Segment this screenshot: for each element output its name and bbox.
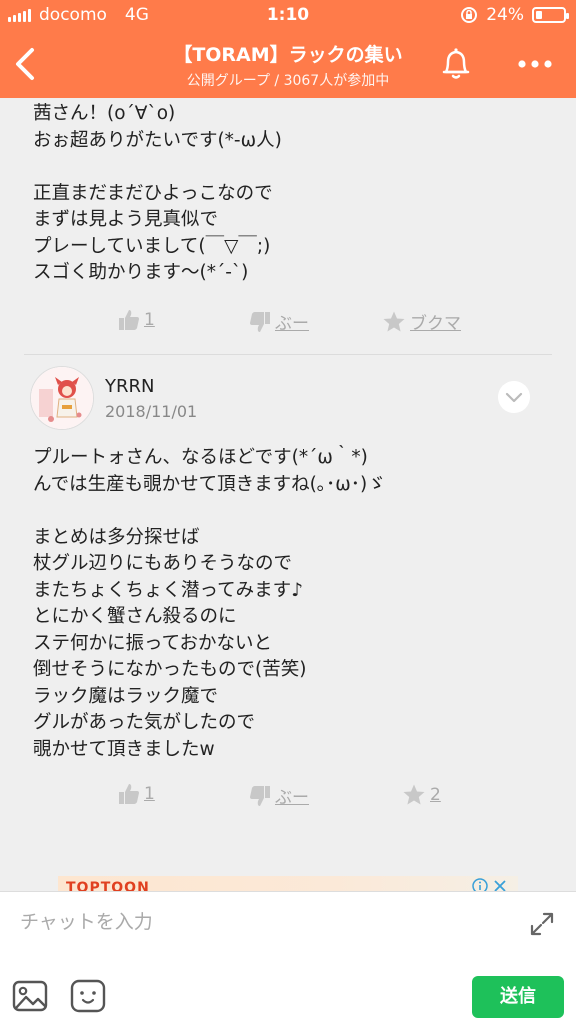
message-divider [24, 354, 552, 355]
chat-input[interactable] [20, 906, 500, 938]
expand-icon[interactable] [528, 910, 556, 938]
thumbs-up-icon [119, 310, 139, 330]
star-icon [403, 784, 425, 805]
chat-input-bar: 送信 [0, 891, 576, 1024]
rotation-lock-icon [461, 7, 478, 23]
like-button[interactable]: 1 [118, 309, 155, 331]
thumbs-up-icon [119, 784, 139, 804]
image-icon[interactable] [12, 980, 48, 1012]
group-subtitle: 公開グループ / 3067人が参加中 [186, 73, 390, 89]
battery-icon [532, 7, 569, 23]
ad-close-icon[interactable] [492, 878, 508, 891]
group-title: 【TORAM】ラックの集い [173, 44, 403, 66]
boo-button[interactable]: ぶー [249, 309, 309, 334]
ad-info-icon[interactable] [472, 878, 488, 891]
battery-percent: 24% [486, 5, 524, 25]
bookmark-label: ブクマ [410, 314, 461, 334]
bookmark-button[interactable]: ブクマ [382, 309, 461, 334]
boo-button[interactable]: ぶー [249, 783, 309, 808]
battery-fill [536, 11, 542, 19]
thumbs-down-icon [250, 785, 270, 806]
bookmark-button[interactable]: 2 [402, 783, 441, 807]
like-button[interactable]: 1 [118, 783, 155, 805]
back-arrow-icon[interactable] [10, 44, 40, 84]
message-text: プルートォさん、なるほどです(*´ω｀*) んでは生産も覗かせて頂きますね(｡･… [33, 447, 386, 760]
thumbs-down-icon [250, 311, 270, 332]
like-count: 1 [144, 310, 155, 330]
like-count: 1 [144, 784, 155, 804]
message-actions: 1 ぶー ブクマ [0, 309, 576, 339]
send-button[interactable]: 送信 [472, 976, 564, 1018]
message-actions: 1 ぶー 2 [0, 783, 576, 813]
chat-timeline[interactable]: 茜さん！(o´∀`o) おぉ超ありがたいです(*-ω人) 正直まだまだひよっこな… [0, 98, 576, 891]
message-text: 茜さん！(o´∀`o) おぉ超ありがたいです(*-ω人) 正直まだまだひよっこな… [33, 103, 282, 283]
more-options-icon[interactable] [515, 52, 555, 76]
avatar-illustration [31, 367, 93, 429]
status-bar: docomo 4G 1:10 24% [0, 0, 576, 30]
boo-label: ぶー [275, 788, 309, 808]
star-icon [383, 311, 405, 331]
bookmark-count: 2 [430, 785, 441, 805]
avatar[interactable] [30, 366, 94, 430]
bell-icon[interactable] [438, 44, 474, 84]
ad-banner[interactable]: TOPTOON [58, 876, 518, 891]
group-header: 【TORAM】ラックの集い 公開グループ / 3067人が参加中 [0, 30, 576, 98]
chevron-down-icon[interactable] [498, 381, 530, 413]
ad-logo: TOPTOON [66, 880, 150, 891]
boo-label: ぶー [275, 314, 309, 334]
sticker-icon[interactable] [70, 979, 106, 1013]
username[interactable]: YRRN [105, 376, 154, 397]
message-date: 2018/11/01 [105, 402, 198, 421]
